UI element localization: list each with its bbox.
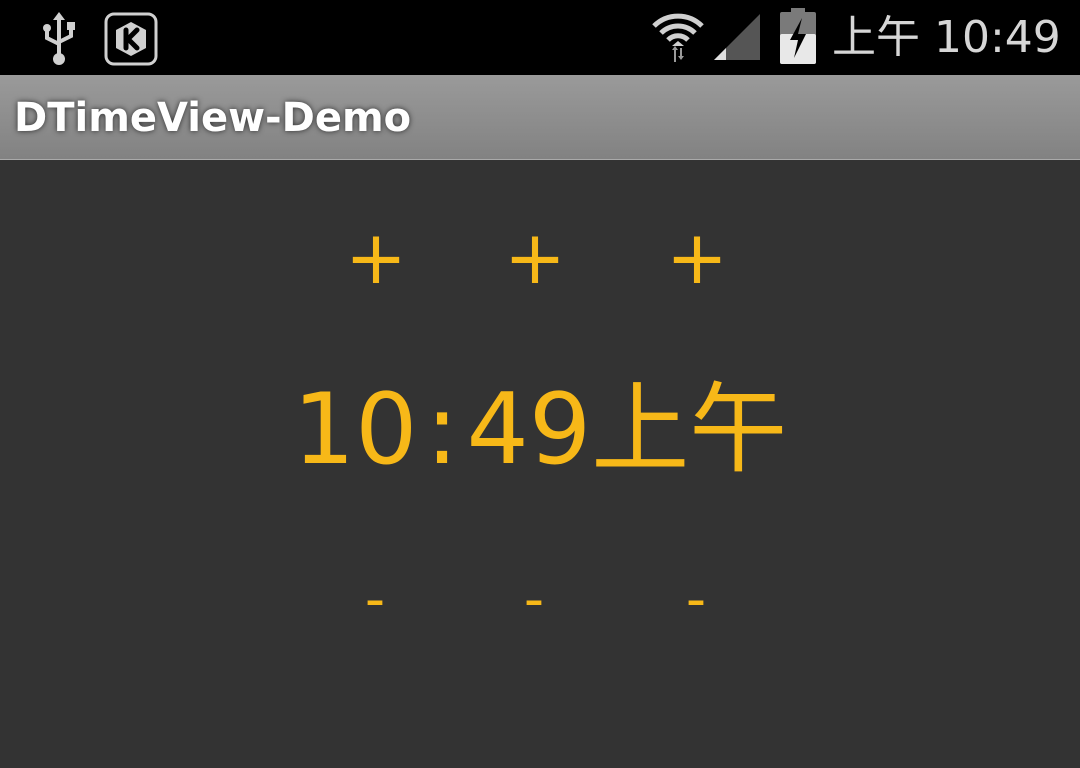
period-decrement-button[interactable]: - — [641, 560, 751, 640]
minute-value: 49 — [466, 373, 592, 487]
wifi-icon — [652, 13, 704, 62]
usb-icon — [43, 12, 75, 65]
period-value: 上午 — [591, 373, 788, 487]
hour-value: 10 — [292, 373, 418, 487]
status-clock: 上午 10:49 — [832, 12, 1061, 63]
time-display: 10:49上午 — [0, 370, 1080, 490]
k-app-icon — [104, 12, 158, 66]
battery-charging-icon — [780, 8, 816, 64]
period-increment-button[interactable]: + — [642, 218, 752, 298]
cell-signal-icon — [714, 14, 760, 60]
hour-increment-button[interactable]: + — [321, 218, 431, 298]
minute-decrement-button[interactable]: - — [479, 560, 589, 640]
hour-decrement-button[interactable]: - — [320, 560, 430, 640]
minute-increment-button[interactable]: + — [480, 218, 590, 298]
status-bar: 上午 10:49 — [0, 0, 1080, 75]
action-bar: DTimeView-Demo — [0, 75, 1080, 160]
time-separator: : — [425, 373, 459, 487]
app-title: DTimeView-Demo — [14, 95, 412, 141]
